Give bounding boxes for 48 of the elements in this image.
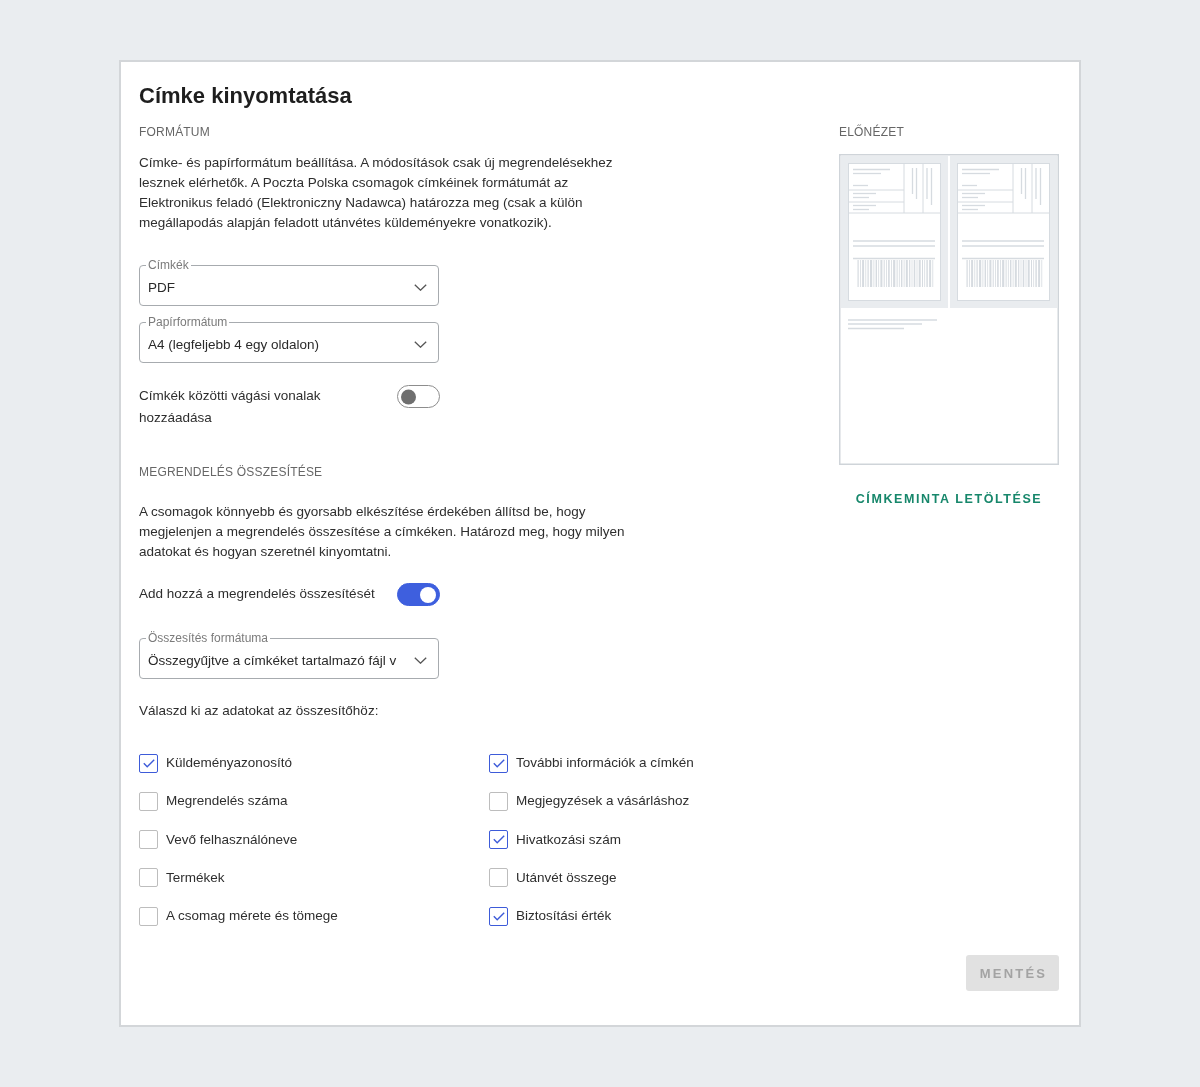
chevron-down-icon [414,657,427,664]
chevron-down-icon [414,284,427,291]
dropdown-select[interactable]: Összesítés formátuma Összegyűjtve a címkéket tartalmazó fájl v [139,631,439,679]
option-label: Megrendelés száma [166,792,288,811]
select-value: Összegyűjtve a címkéket tartalmazó fájl v [148,653,397,668]
checkbox[interactable] [489,791,508,811]
toggle-label: Címkék közötti vágási vonalak hozzáadása [139,387,322,427]
field-label: Papírformátum [147,315,229,329]
checkbox[interactable] [489,753,508,773]
dropdown-select[interactable]: Címkék PDF [139,258,439,306]
option-label: Hivatkozási szám [516,830,622,849]
section-heading: MEGRENDELÉS ÖSSZESÍTÉSE [139,464,324,480]
checkmark-icon [492,758,505,768]
select-value: PDF [148,280,175,295]
select-value: A4 (legfeljebb 4 egy oldalon) [148,337,320,352]
option-label: Termékek [166,868,225,887]
checkmark-icon [492,835,505,845]
section-heading: ELŐNÉZET [839,124,905,140]
download-sample-link[interactable]: CÍMKEMINTA LETÖLTÉSE [855,489,1043,509]
option-label: Küldeményazonosító [166,754,293,772]
options-prompt: Válaszd ki az adatokat az összesítőhöz: [139,702,380,720]
checkbox[interactable] [139,868,158,888]
option-label: Vevő felhasználóneve [166,830,298,849]
field-label: Címkék [147,258,190,272]
option-label: Megjegyzések a vásárláshoz [516,792,690,811]
checkbox[interactable] [139,753,158,773]
option-label: Biztosítási érték [516,907,612,926]
dialog-title: Címke kinyomtatása [139,82,353,110]
option-label: Utánvét összege [516,868,617,887]
checkmark-icon [142,758,155,768]
checkbox[interactable] [489,830,508,850]
toggle-switch[interactable] [397,583,440,606]
section-description: A csomagok könnyebb és gyorsabb elkészítése érdekében állítsd be, hogy megjelenjen a megrendelés összesítése a címkéken. Határozd meg, hogy milyen adatokat és hogyan szeretnél kinyomtatni. [139,503,626,561]
checkbox[interactable] [139,906,158,926]
checkbox[interactable] [139,791,158,811]
checkbox[interactable] [489,906,508,926]
chevron-down-icon [414,341,427,348]
toggle-label: Add hozzá a megrendelés összesítését [139,585,375,603]
field-label: Összesítés formátuma [147,631,270,645]
checkmark-icon [492,911,505,921]
toggle-switch[interactable] [397,385,440,408]
checkbox[interactable] [489,868,508,888]
checkbox[interactable] [139,830,158,850]
option-label: További információk a címkén [516,754,694,772]
option-label: A csomag mérete és tömege [166,907,338,926]
section-heading: FORMÁTUM [139,124,211,140]
section-description: Címke- és papírformátum beállítása. A módosítások csak új megrendelésekhez lesznek elérhetők. A Poczta Polska csomagok címkéinek formátumát az Elektronikus feladó (Elektroniczny Nadawca) határozza meg (csak a külön megállapodás alapján feladott utánvétes küldeményekre vonatkozik). [139,154,614,232]
dropdown-select[interactable]: Papírformátum A4 (legfeljebb 4 egy oldalon) [139,315,439,363]
